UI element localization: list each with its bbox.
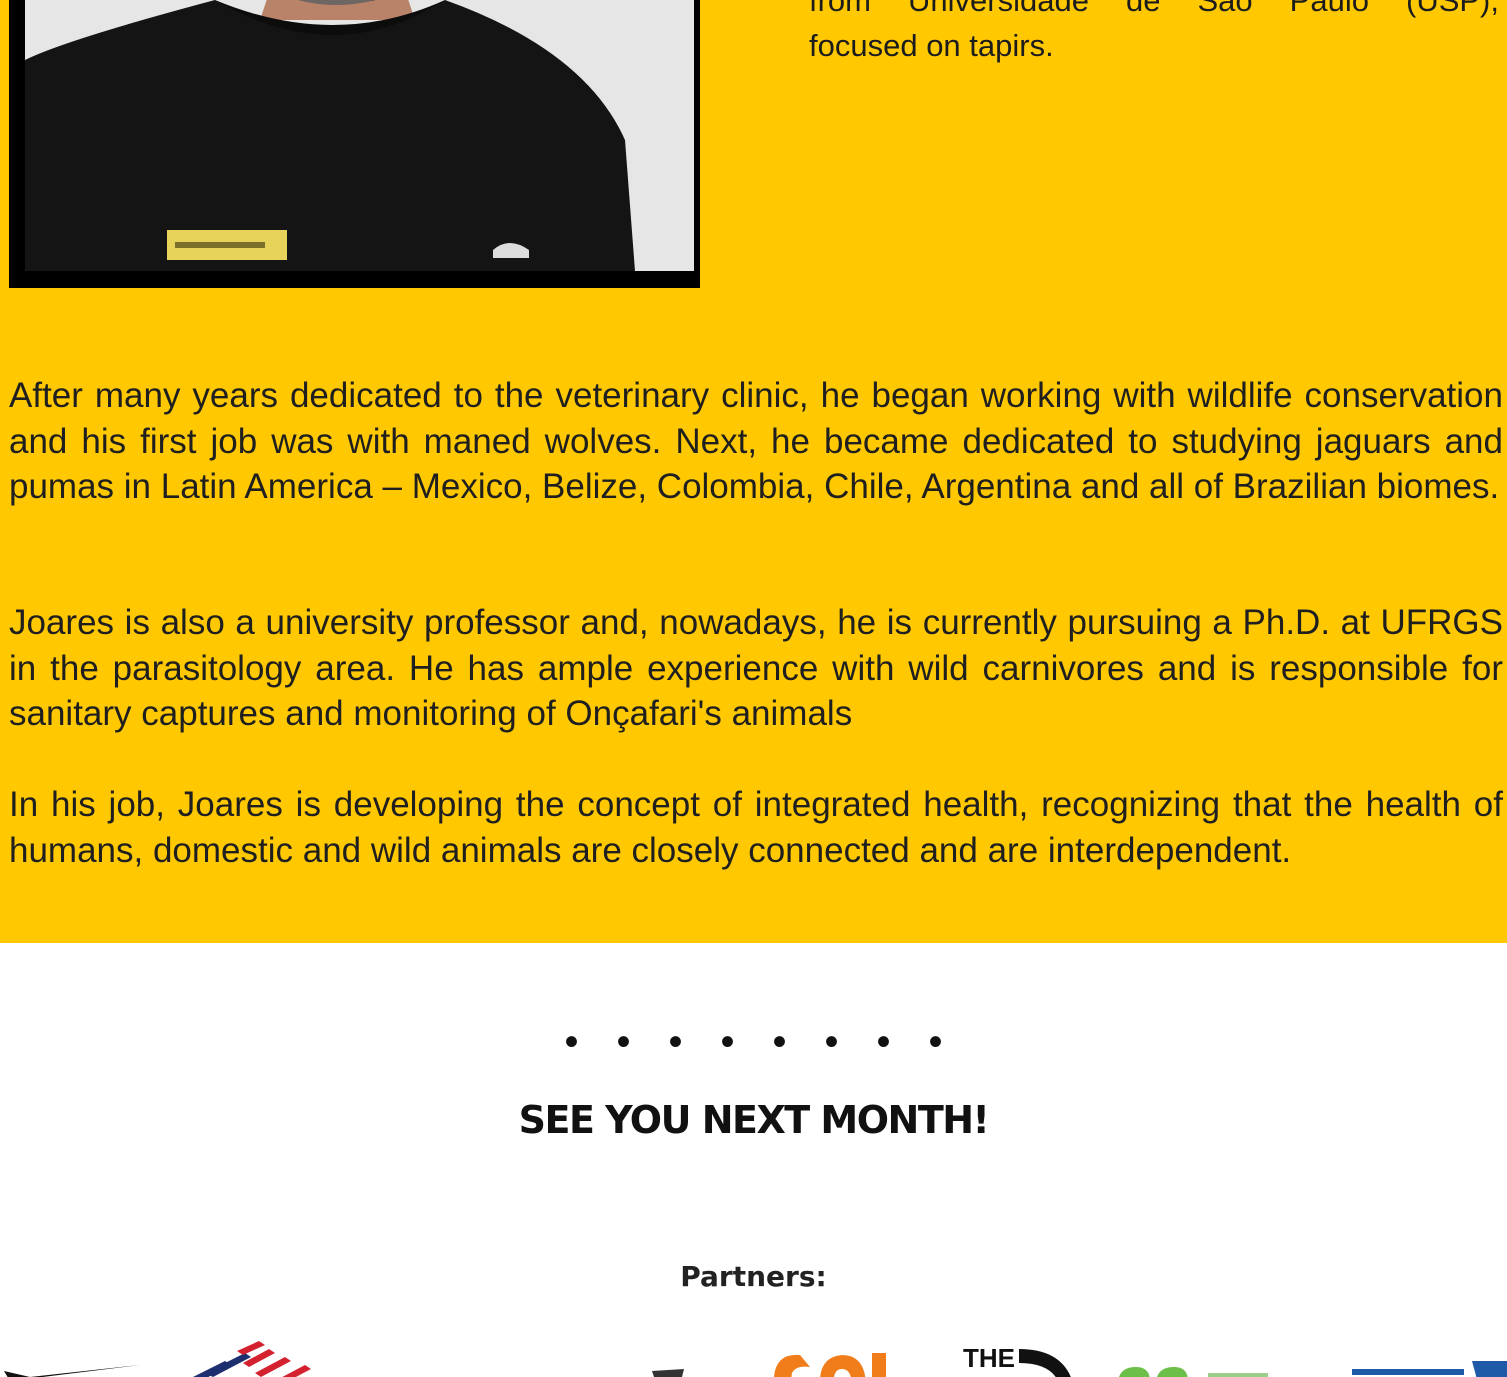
swoosh-logo[interactable] bbox=[0, 1343, 140, 1377]
person-photo-illustration bbox=[25, 0, 694, 271]
bio-paragraph-3: In his job, Joares is developing the con… bbox=[9, 785, 1503, 870]
profile-photo bbox=[25, 0, 694, 271]
orange-partner-logo[interactable] bbox=[770, 1347, 890, 1377]
closing-heading: SEE YOU NEXT MONTH! bbox=[518, 1098, 990, 1142]
the-north-face-logo[interactable]: THE bbox=[963, 1343, 1073, 1377]
profile-intro-text: from Universidade de São Paulo (USP), fo… bbox=[809, 0, 1499, 68]
bio-paragraph-1: After many years dedicated to the veteri… bbox=[9, 376, 1503, 506]
north-face-arc-icon bbox=[1019, 1349, 1071, 1377]
partner-logos-strip: THE bbox=[0, 1330, 1507, 1377]
north-face-text: THE bbox=[963, 1343, 1015, 1373]
profile-photo-frame bbox=[9, 0, 700, 288]
partners-heading: Partners: bbox=[680, 1260, 827, 1293]
intro-line-1: from Universidade de São Paulo (USP), bbox=[809, 0, 1499, 18]
bio-paragraph-2: Joares is also a university professor an… bbox=[9, 603, 1503, 733]
dot-divider: •••••••• bbox=[564, 1020, 981, 1064]
bio-section: from Universidade de São Paulo (USP), fo… bbox=[0, 0, 1507, 943]
dark-partner-mark-logo[interactable] bbox=[648, 1363, 738, 1377]
green-partner-logo[interactable] bbox=[1112, 1363, 1272, 1377]
intro-line-2: focused on tapirs. bbox=[809, 28, 1054, 63]
bank-stripes-logo[interactable] bbox=[185, 1339, 315, 1377]
united-partner-logo[interactable] bbox=[1350, 1357, 1507, 1377]
